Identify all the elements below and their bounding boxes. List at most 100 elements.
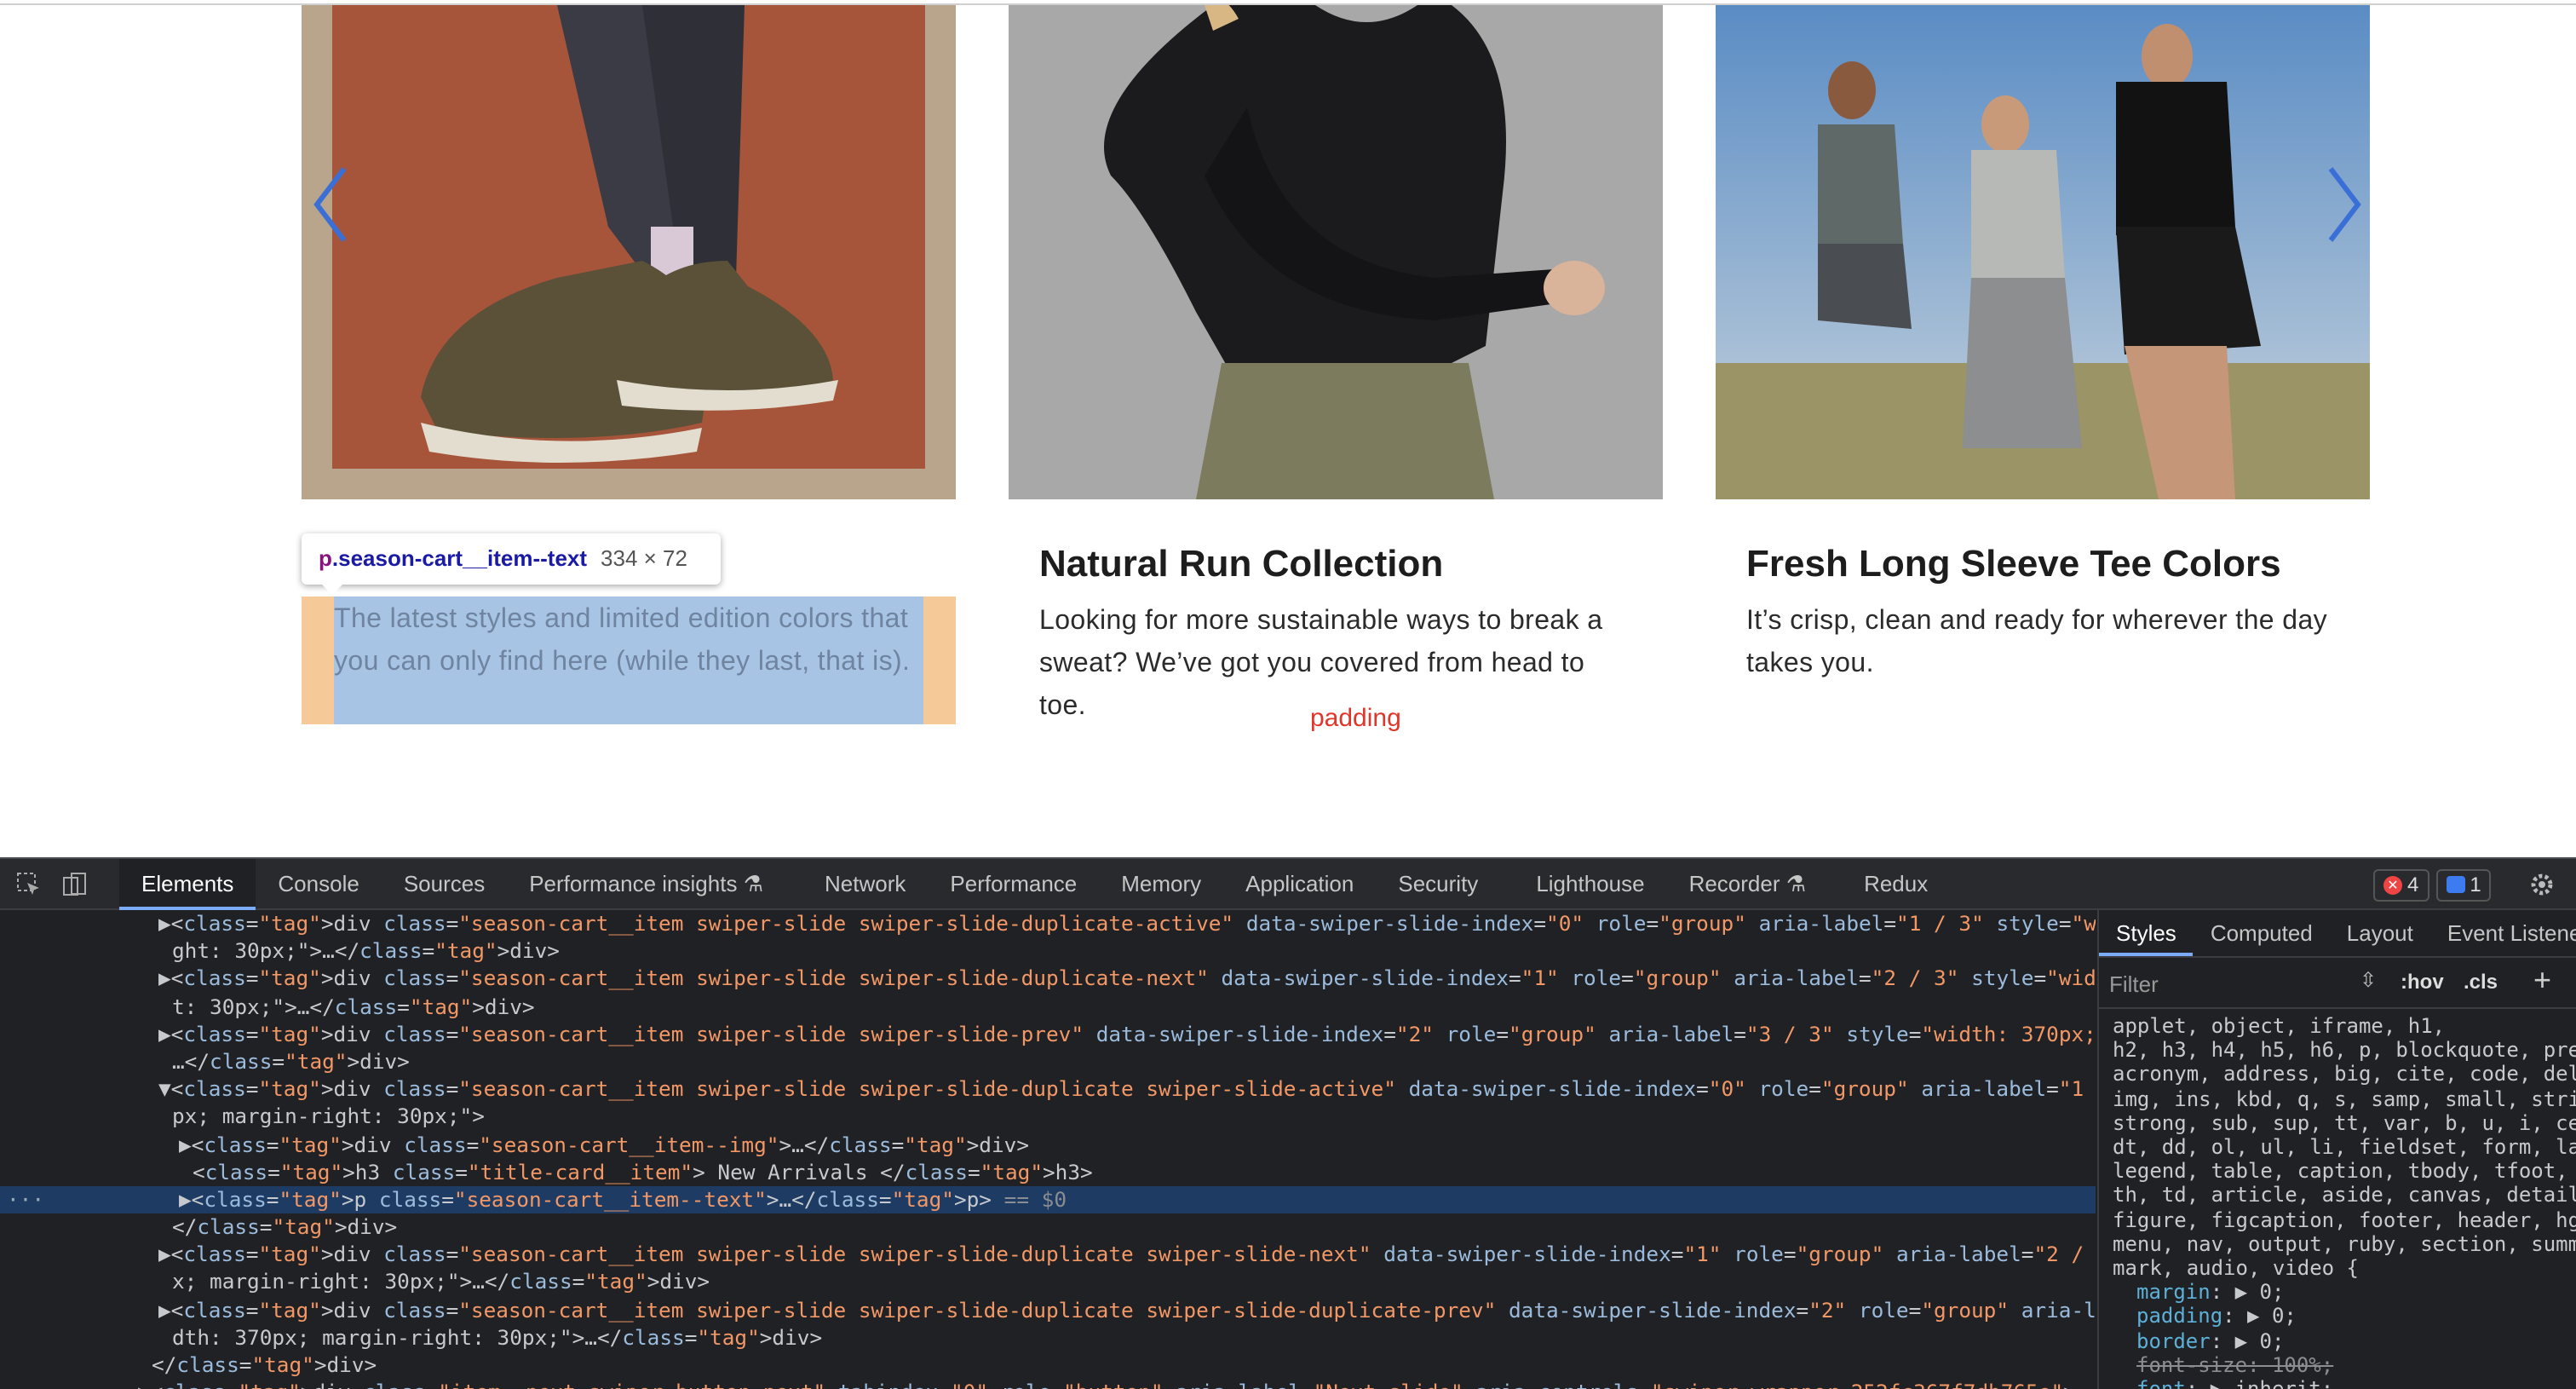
dom-node-text: ▶<class="tag">div class="season-cart__it… bbox=[158, 912, 2096, 936]
inspect-element-icon[interactable] bbox=[15, 871, 43, 898]
subtab-layout[interactable]: Layout bbox=[2330, 910, 2430, 956]
style-property: border bbox=[2136, 1328, 2211, 1353]
dom-node[interactable]: ▶<class="tag">div class="season-cart__it… bbox=[0, 1131, 2096, 1158]
dom-node[interactable]: ▶<class="tag">div class="season-cart__it… bbox=[0, 965, 2096, 993]
dom-node-text: x; margin-right: 30px;">…</class="tag">d… bbox=[172, 1270, 710, 1294]
card-image-shoes[interactable] bbox=[302, 5, 956, 499]
dom-node[interactable]: dth: 370px; margin-right: 30px;">…</clas… bbox=[0, 1324, 2096, 1352]
dom-node[interactable]: ▶<class="tag">div class="season-cart__it… bbox=[0, 1242, 2096, 1269]
message-count: 1 bbox=[2470, 873, 2481, 896]
highlighted-card-text: The latest styles and limited edition co… bbox=[334, 605, 911, 677]
dom-node[interactable]: ▶<class="tag">div class="item__next swip… bbox=[0, 1379, 2096, 1389]
card-image-runners[interactable] bbox=[1716, 5, 2370, 499]
tab-lighthouse[interactable]: Lighthouse bbox=[1514, 859, 1666, 910]
page: The latest styles and limited edition co… bbox=[0, 0, 2576, 1389]
dom-node-selected[interactable]: ▶<class="tag">p class="season-cart__item… bbox=[0, 1185, 2096, 1214]
cls-toggle[interactable]: .cls bbox=[2464, 970, 2498, 994]
dom-node-text: </class="tag">div> bbox=[152, 1353, 377, 1377]
style-property: font-size bbox=[2136, 1352, 2248, 1377]
subtab-computed[interactable]: Computed bbox=[2194, 910, 2330, 956]
styles-subtabs: Styles Computed Layout Event Listeners » bbox=[2099, 910, 2576, 958]
padding-label: padding bbox=[1310, 704, 1401, 733]
node-actions-icon[interactable]: ··· bbox=[7, 1186, 44, 1213]
dom-node[interactable]: <class="tag">h3 class="title-card__item"… bbox=[0, 1158, 2096, 1185]
message-count-badge[interactable]: 1 bbox=[2435, 868, 2492, 901]
tab-application[interactable]: Application bbox=[1223, 859, 1376, 910]
dom-node-text: ▶<class="tag">p class="season-cart__item… bbox=[179, 1187, 1067, 1212]
style-value: : ▶ 0; bbox=[2210, 1280, 2285, 1305]
devtools-panel: Elements Console Sources Performance ins… bbox=[0, 857, 2576, 1389]
dom-node-text: t: 30px;">…</class="tag">div> bbox=[172, 994, 535, 1019]
tab-label: Recorder bbox=[1688, 871, 1780, 896]
style-declaration[interactable]: font: ▶ inherit; bbox=[2113, 1377, 2562, 1389]
tab-redux[interactable]: Redux bbox=[1842, 859, 1950, 910]
error-count: 4 bbox=[2407, 873, 2419, 896]
tab-network[interactable]: Network bbox=[802, 859, 928, 910]
tab-console[interactable]: Console bbox=[256, 859, 381, 910]
subtab-styles[interactable]: Styles bbox=[2099, 910, 2194, 956]
tooltip-size: 334 × 72 bbox=[601, 545, 687, 571]
tab-elements[interactable]: Elements bbox=[119, 859, 256, 910]
style-declaration[interactable]: border: ▶ 0; bbox=[2113, 1328, 2562, 1352]
error-count-badge[interactable]: ✕ 4 bbox=[2373, 868, 2429, 901]
style-declaration[interactable]: padding: ▶ 0; bbox=[2113, 1305, 2562, 1328]
styles-filter-input[interactable] bbox=[2109, 966, 2334, 1000]
hov-toggle[interactable]: :hov bbox=[2401, 970, 2444, 994]
style-property: padding bbox=[2136, 1304, 2223, 1328]
tab-performance[interactable]: Performance bbox=[928, 859, 1099, 910]
experiment-flask-icon: ⚗ bbox=[1785, 871, 1807, 896]
tab-performance-insights[interactable]: Performance insights ⚗ bbox=[507, 859, 785, 910]
error-icon: ✕ bbox=[2383, 875, 2402, 894]
tab-security[interactable]: Security bbox=[1376, 859, 1500, 910]
dom-node[interactable]: t: 30px;">…</class="tag">div> bbox=[0, 993, 2096, 1020]
tab-memory[interactable]: Memory bbox=[1099, 859, 1223, 910]
dom-node[interactable]: ght: 30px;">…</class="tag">div> bbox=[0, 937, 2096, 965]
tooltip-tag: p bbox=[319, 545, 332, 571]
slider-prev-button[interactable] bbox=[307, 162, 354, 247]
add-rule-icon[interactable]: + bbox=[2533, 963, 2551, 999]
dom-node-text: ght: 30px;">…</class="tag">div> bbox=[172, 939, 560, 964]
tooltip-class: .season-cart__item--text bbox=[331, 545, 588, 571]
dom-node[interactable]: </class="tag">div> bbox=[0, 1352, 2096, 1379]
dom-node[interactable]: …</class="tag">div> bbox=[0, 1048, 2096, 1075]
browser-viewport: The latest styles and limited edition co… bbox=[0, 0, 2576, 827]
device-toolbar-icon[interactable] bbox=[61, 871, 89, 898]
dom-node[interactable]: ▶<class="tag">div class="season-cart__it… bbox=[0, 1021, 2096, 1048]
card-title[interactable]: Fresh Long Sleeve Tee Colors bbox=[1746, 539, 2281, 590]
style-declarations: margin: ▶ 0; padding: ▶ 0; border: ▶ 0; fon… bbox=[2099, 1280, 2576, 1389]
dom-node-text: px; margin-right: 30px;"> bbox=[172, 1104, 485, 1129]
dom-node[interactable]: ▶<class="tag">div class="season-cart__it… bbox=[0, 1296, 2096, 1323]
dom-node[interactable]: ▶<class="tag">div class="season-cart__it… bbox=[0, 910, 2096, 937]
dom-node-text: ▶<class="tag">div class="season-cart__it… bbox=[158, 1298, 2096, 1323]
settings-gear-icon[interactable] bbox=[2528, 871, 2556, 898]
tab-sources[interactable]: Sources bbox=[382, 859, 507, 910]
tab-label: Performance insights bbox=[529, 871, 738, 896]
card-title[interactable]: Natural Run Collection bbox=[1039, 539, 1443, 590]
dom-node[interactable]: ▼<class="tag">div class="season-cart__it… bbox=[0, 1075, 2096, 1103]
style-declaration[interactable]: margin: ▶ 0; bbox=[2113, 1280, 2562, 1304]
chevron-left-icon bbox=[313, 167, 347, 242]
style-value: : ▶ inherit; bbox=[2186, 1377, 2333, 1389]
styles-filter-row: ⇳ :hov .cls + bbox=[2099, 958, 2576, 1009]
elements-dom-tree[interactable]: ▶<class="tag">div class="season-cart__it… bbox=[0, 910, 2096, 1389]
card-image-longsleeve[interactable] bbox=[1009, 5, 1663, 499]
slider-next-button[interactable] bbox=[2320, 162, 2368, 247]
subtab-event-listeners[interactable]: Event Listeners bbox=[2430, 910, 2576, 956]
style-declaration[interactable]: font-size: 100%; bbox=[2113, 1353, 2562, 1377]
tab-recorder[interactable]: Recorder ⚗ bbox=[1667, 859, 1829, 910]
pin-icon[interactable]: ⇳ bbox=[2360, 968, 2377, 992]
devtools-toolbar: Elements Console Sources Performance ins… bbox=[0, 859, 2576, 910]
dom-node-text: dth: 370px; margin-right: 30px;">…</clas… bbox=[172, 1325, 823, 1350]
dom-node-text: </class="tag">div> bbox=[172, 1215, 398, 1240]
dom-node-text: ▶<class="tag">div class="season-cart__it… bbox=[158, 1022, 2096, 1046]
dom-node-text: ▼<class="tag">div class="season-cart__it… bbox=[158, 1077, 2084, 1102]
inspect-tooltip: p.season-cart__item--text 334 × 72 bbox=[302, 533, 721, 595]
dom-node[interactable]: </class="tag">div> bbox=[0, 1213, 2096, 1241]
style-property: font bbox=[2136, 1377, 2186, 1389]
dom-node[interactable]: x; margin-right: 30px;">…</class="tag">d… bbox=[0, 1269, 2096, 1296]
dom-node[interactable]: px; margin-right: 30px;"> bbox=[0, 1104, 2096, 1131]
dom-node-text: <class="tag">h3 class="title-card__item"… bbox=[193, 1160, 1093, 1184]
styles-pane: Styles Computed Layout Event Listeners »… bbox=[2097, 910, 2576, 1389]
style-property: margin bbox=[2136, 1280, 2211, 1305]
style-value: : 100%; bbox=[2247, 1352, 2334, 1377]
